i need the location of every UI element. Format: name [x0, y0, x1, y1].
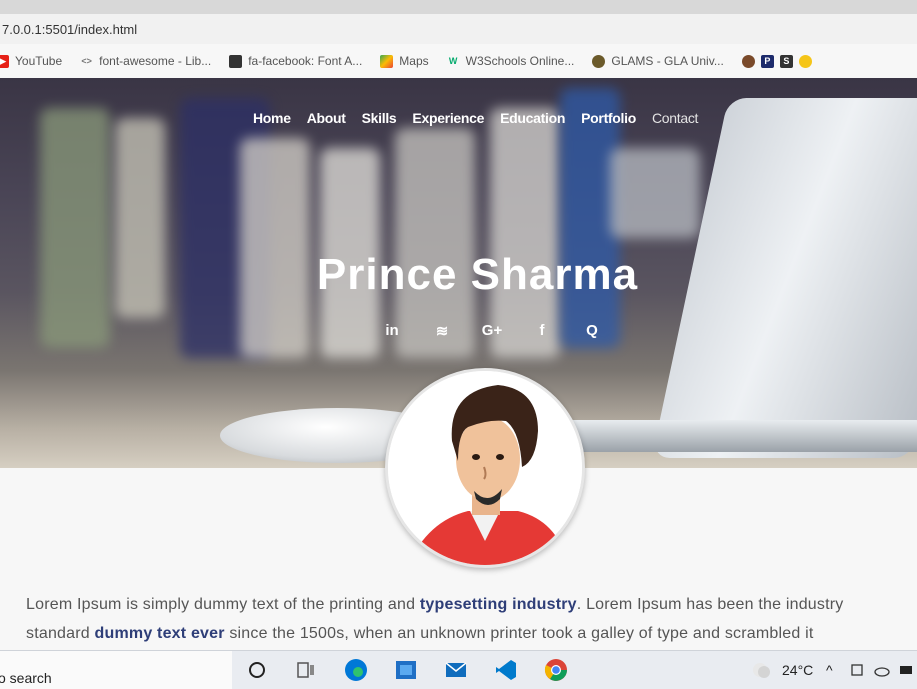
intro-line-1: Lorem Ipsum is simply dummy text of the …: [26, 596, 844, 613]
bookmarks-bar: ▶ YouTube <> font-awesome - Lib... fa-fa…: [0, 44, 917, 79]
nav-portfolio[interactable]: Portfolio: [581, 110, 636, 126]
hero-name: Prince Sharma: [316, 250, 639, 299]
nav-about[interactable]: About: [307, 110, 346, 126]
nav-contact[interactable]: Contact: [652, 110, 698, 126]
w3schools-icon: W: [448, 55, 458, 66]
bookmark-w3schools[interactable]: W W3Schools Online...: [447, 54, 574, 68]
battery-icon[interactable]: [850, 662, 866, 678]
bookmark-youtube[interactable]: ▶ YouTube: [0, 54, 62, 68]
chrome-icon[interactable]: [543, 657, 569, 683]
avatar-illustration: [388, 371, 582, 565]
maps-icon: [380, 54, 394, 68]
bookmark-extra-icons[interactable]: P S: [741, 54, 818, 68]
mail-icon[interactable]: [443, 657, 469, 683]
linkedin-icon[interactable]: in: [367, 322, 417, 340]
social-links: in ≋ G+ f Q: [367, 322, 617, 340]
nav-experience[interactable]: Experience: [412, 110, 484, 126]
chevron-up-icon[interactable]: ^: [826, 662, 833, 678]
bookmark-font-awesome[interactable]: <> font-awesome - Lib...: [80, 54, 211, 68]
emoji-icon: [798, 54, 812, 68]
display-icon[interactable]: [898, 662, 914, 678]
quora-icon[interactable]: Q: [567, 322, 617, 340]
main-nav: Home About Skills Experience Education P…: [253, 110, 714, 126]
google-plus-icon[interactable]: G+: [467, 322, 517, 340]
cortana-icon[interactable]: [244, 657, 270, 683]
nav-skills[interactable]: Skills: [362, 110, 397, 126]
avatar: [385, 368, 585, 568]
intro-line-2: standard dummy text ever since the 1500s…: [26, 625, 814, 642]
temperature[interactable]: 24°C: [782, 662, 813, 678]
intro-paragraph: Lorem Ipsum is simply dummy text of the …: [26, 590, 917, 648]
ps-icon: P: [760, 54, 774, 68]
bookmark-maps[interactable]: Maps: [380, 54, 429, 68]
weather-icon[interactable]: [748, 657, 774, 683]
bokeh-shape: [40, 108, 110, 348]
facebook-icon[interactable]: f: [517, 322, 567, 340]
youtube-icon: ▶: [0, 54, 9, 68]
s-icon: S: [779, 54, 793, 68]
bokeh-shape: [240, 138, 310, 358]
search-label: o search: [0, 670, 52, 686]
code-icon: <>: [81, 55, 92, 66]
edge-icon[interactable]: [343, 657, 369, 683]
task-view-icon[interactable]: [293, 657, 319, 683]
stack-overflow-icon[interactable]: ≋: [417, 322, 467, 340]
url-text[interactable]: 7.0.0.1:5501/index.html: [2, 22, 137, 37]
bookmark-fa-facebook[interactable]: fa-facebook: Font A...: [229, 54, 362, 68]
bookmark-glams[interactable]: GLAMS - GLA Univ...: [592, 54, 724, 68]
glams-icon: [592, 54, 606, 68]
store-icon[interactable]: [393, 657, 419, 683]
bokeh-shape: [610, 148, 700, 238]
nav-education[interactable]: Education: [500, 110, 565, 126]
vscode-icon[interactable]: [493, 657, 519, 683]
windows-taskbar: o search 24°C ^: [0, 650, 917, 689]
page-icon: [229, 54, 243, 68]
address-bar[interactable]: 7.0.0.1:5501/index.html: [0, 14, 917, 44]
bokeh-shape: [490, 108, 560, 358]
nav-home[interactable]: Home: [253, 110, 291, 126]
taskbar-search[interactable]: o search: [0, 651, 232, 689]
onedrive-icon[interactable]: [873, 662, 891, 678]
browser-tab-strip: [0, 0, 917, 14]
person-icon: [741, 54, 755, 68]
